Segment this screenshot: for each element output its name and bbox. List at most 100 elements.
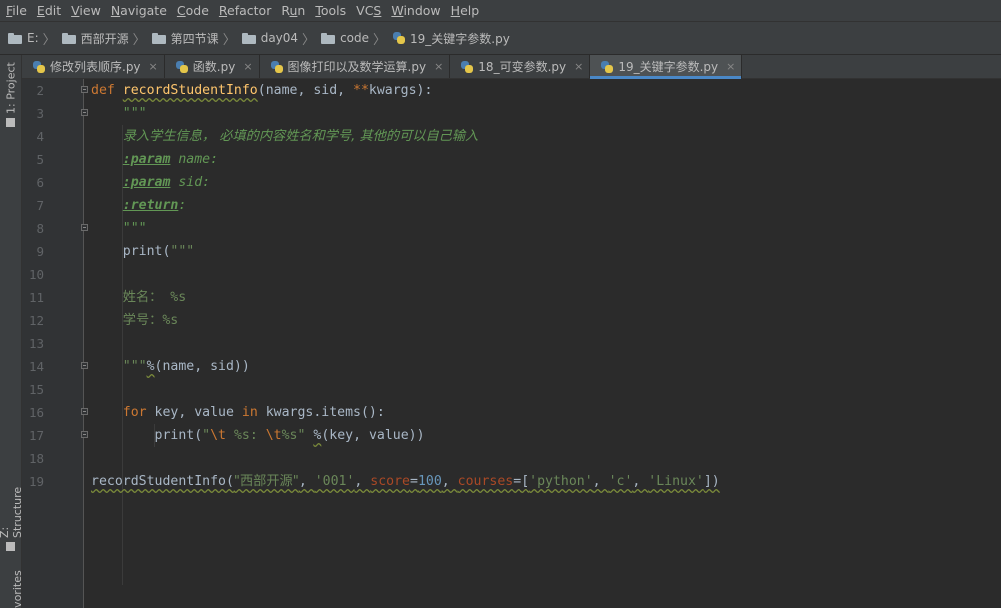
code-line: 18 bbox=[22, 447, 1001, 470]
code-token: , bbox=[354, 474, 371, 489]
menu-edit[interactable]: Edit bbox=[33, 3, 65, 18]
menu-run[interactable]: Run bbox=[277, 3, 309, 18]
structure-tool-label: Z: Structure bbox=[0, 487, 24, 539]
code-token: \t bbox=[265, 428, 282, 443]
code-token: %s: bbox=[226, 428, 266, 443]
close-icon[interactable]: × bbox=[149, 60, 158, 73]
close-icon[interactable]: × bbox=[434, 60, 443, 73]
code-text: print("\t %s: \t%s" %(key, value)) bbox=[91, 424, 425, 447]
code-token: 'Linux' bbox=[648, 474, 704, 489]
code-text: """ bbox=[91, 102, 147, 125]
editor-tab[interactable]: 19_关键字参数.py × bbox=[590, 55, 743, 79]
code-token: """ bbox=[91, 106, 147, 121]
breadcrumb-item[interactable]: day04 〉 bbox=[241, 29, 321, 48]
editor-tab[interactable]: 图像打印以及数学运算.py × bbox=[260, 55, 451, 78]
menu-mnemonic: S bbox=[373, 3, 382, 18]
code-line: 6 :param sid: bbox=[22, 171, 1001, 194]
menu-mnemonic: H bbox=[450, 3, 461, 18]
code-token: key, value bbox=[154, 405, 242, 420]
fold-marker-icon[interactable] bbox=[81, 408, 88, 415]
chevron-right-icon: 〉 bbox=[302, 32, 316, 48]
code-token: , bbox=[632, 474, 649, 489]
line-number: 6 bbox=[36, 175, 44, 190]
line-number: 8 bbox=[36, 221, 44, 236]
line-number: 18 bbox=[28, 451, 44, 466]
tool-window-strip: 1: Project Z: Structure 2: Favorites bbox=[0, 55, 24, 608]
line-number: 17 bbox=[28, 428, 44, 443]
structure-tool-button[interactable]: Z: Structure bbox=[0, 475, 24, 555]
code-line: 4 录入学生信息， 必填的内容姓名和学号, 其他的可以自己输入 bbox=[22, 125, 1001, 148]
menu-help[interactable]: Help bbox=[447, 3, 484, 18]
breadcrumb-item[interactable]: E: 〉 bbox=[8, 29, 62, 48]
line-number: 3 bbox=[36, 106, 44, 121]
favorites-tool-label: 2: Favorites bbox=[11, 570, 22, 608]
line-number: 9 bbox=[36, 244, 44, 259]
code-token: 100 bbox=[417, 474, 442, 489]
fold-marker-icon[interactable] bbox=[81, 431, 88, 438]
code-editor[interactable]: 2 def recordStudentInfo(name, sid, **kwar… bbox=[22, 79, 1001, 608]
line-number: 5 bbox=[36, 152, 44, 167]
code-token: (key, value)) bbox=[321, 428, 425, 443]
code-token: (name, sid, bbox=[257, 83, 354, 98]
python-file-icon bbox=[175, 60, 189, 74]
code-token: kwargs): bbox=[368, 83, 433, 98]
fold-marker-icon[interactable] bbox=[81, 109, 88, 116]
breadcrumb-item[interactable]: 19_关键字参数.py bbox=[392, 30, 510, 47]
breadcrumb-label: 第四节课 bbox=[170, 31, 219, 46]
menu-view[interactable]: View bbox=[67, 3, 105, 18]
menu-window[interactable]: Window bbox=[387, 3, 444, 18]
code-text: for key, value in kwargs.items(): bbox=[91, 401, 385, 424]
menu-vcs[interactable]: VCS bbox=[352, 3, 385, 18]
project-icon bbox=[6, 118, 16, 127]
code-text: """ bbox=[91, 217, 147, 240]
python-file-icon bbox=[392, 31, 406, 45]
menu-file[interactable]: File bbox=[2, 3, 31, 18]
menu-code[interactable]: Code bbox=[173, 3, 213, 18]
menu-navigate[interactable]: Navigate bbox=[107, 3, 171, 18]
breadcrumb-item[interactable]: 第四节课〉 bbox=[151, 29, 242, 48]
code-line: 5 :param name: bbox=[22, 148, 1001, 171]
favorites-tool-button[interactable]: 2: Favorites bbox=[0, 570, 22, 608]
close-icon[interactable]: × bbox=[726, 60, 735, 73]
menu-mnemonic: E bbox=[36, 3, 45, 18]
menu-mnemonic: W bbox=[391, 3, 404, 18]
code-token: for bbox=[91, 405, 155, 420]
code-token: 'c' bbox=[608, 474, 633, 489]
editor-tab[interactable]: 修改列表顺序.py × bbox=[22, 55, 165, 78]
tab-label: 图像打印以及数学运算.py bbox=[287, 60, 427, 74]
tab-label: 函数.py bbox=[192, 60, 236, 74]
line-number: 13 bbox=[28, 336, 44, 351]
line-number: 15 bbox=[28, 382, 44, 397]
project-tool-button[interactable]: 1: Project bbox=[0, 61, 22, 131]
code-line: 12 学号：%s bbox=[22, 309, 1001, 332]
breadcrumb-label: 19_关键字参数.py bbox=[410, 31, 510, 46]
folder-icon bbox=[151, 33, 166, 44]
breadcrumb-item[interactable]: code 〉 bbox=[321, 29, 392, 48]
python-file-icon bbox=[32, 60, 46, 74]
breadcrumb: E: 〉西部开源〉第四节课〉 day04 〉 code 〉 19_关键字参数.py bbox=[0, 22, 1001, 55]
code-token: print( bbox=[91, 428, 203, 443]
breadcrumb-item[interactable]: 西部开源〉 bbox=[61, 29, 152, 48]
python-file-icon bbox=[270, 60, 284, 74]
menu-tools[interactable]: Tools bbox=[311, 3, 350, 18]
menu-refactor[interactable]: Refactor bbox=[215, 3, 275, 18]
code-token: 'python' bbox=[529, 474, 593, 489]
code-line: 3 """ bbox=[22, 102, 1001, 125]
code-token: , bbox=[592, 474, 609, 489]
line-number: 14 bbox=[28, 359, 44, 374]
editor-tab[interactable]: 函数.py × bbox=[165, 55, 260, 78]
fold-marker-icon[interactable] bbox=[81, 224, 88, 231]
close-icon[interactable]: × bbox=[574, 60, 583, 73]
fold-marker-icon[interactable] bbox=[81, 362, 88, 369]
code-token: 姓名： bbox=[122, 290, 163, 305]
code-token: %s bbox=[162, 313, 179, 328]
editor-tab[interactable]: 18_可变参数.py × bbox=[450, 55, 591, 78]
close-icon[interactable]: × bbox=[243, 60, 252, 73]
fold-marker-icon[interactable] bbox=[81, 86, 88, 93]
menu-mnemonic: C bbox=[176, 3, 186, 18]
code-token: in bbox=[241, 405, 266, 420]
code-token: score bbox=[370, 474, 410, 489]
